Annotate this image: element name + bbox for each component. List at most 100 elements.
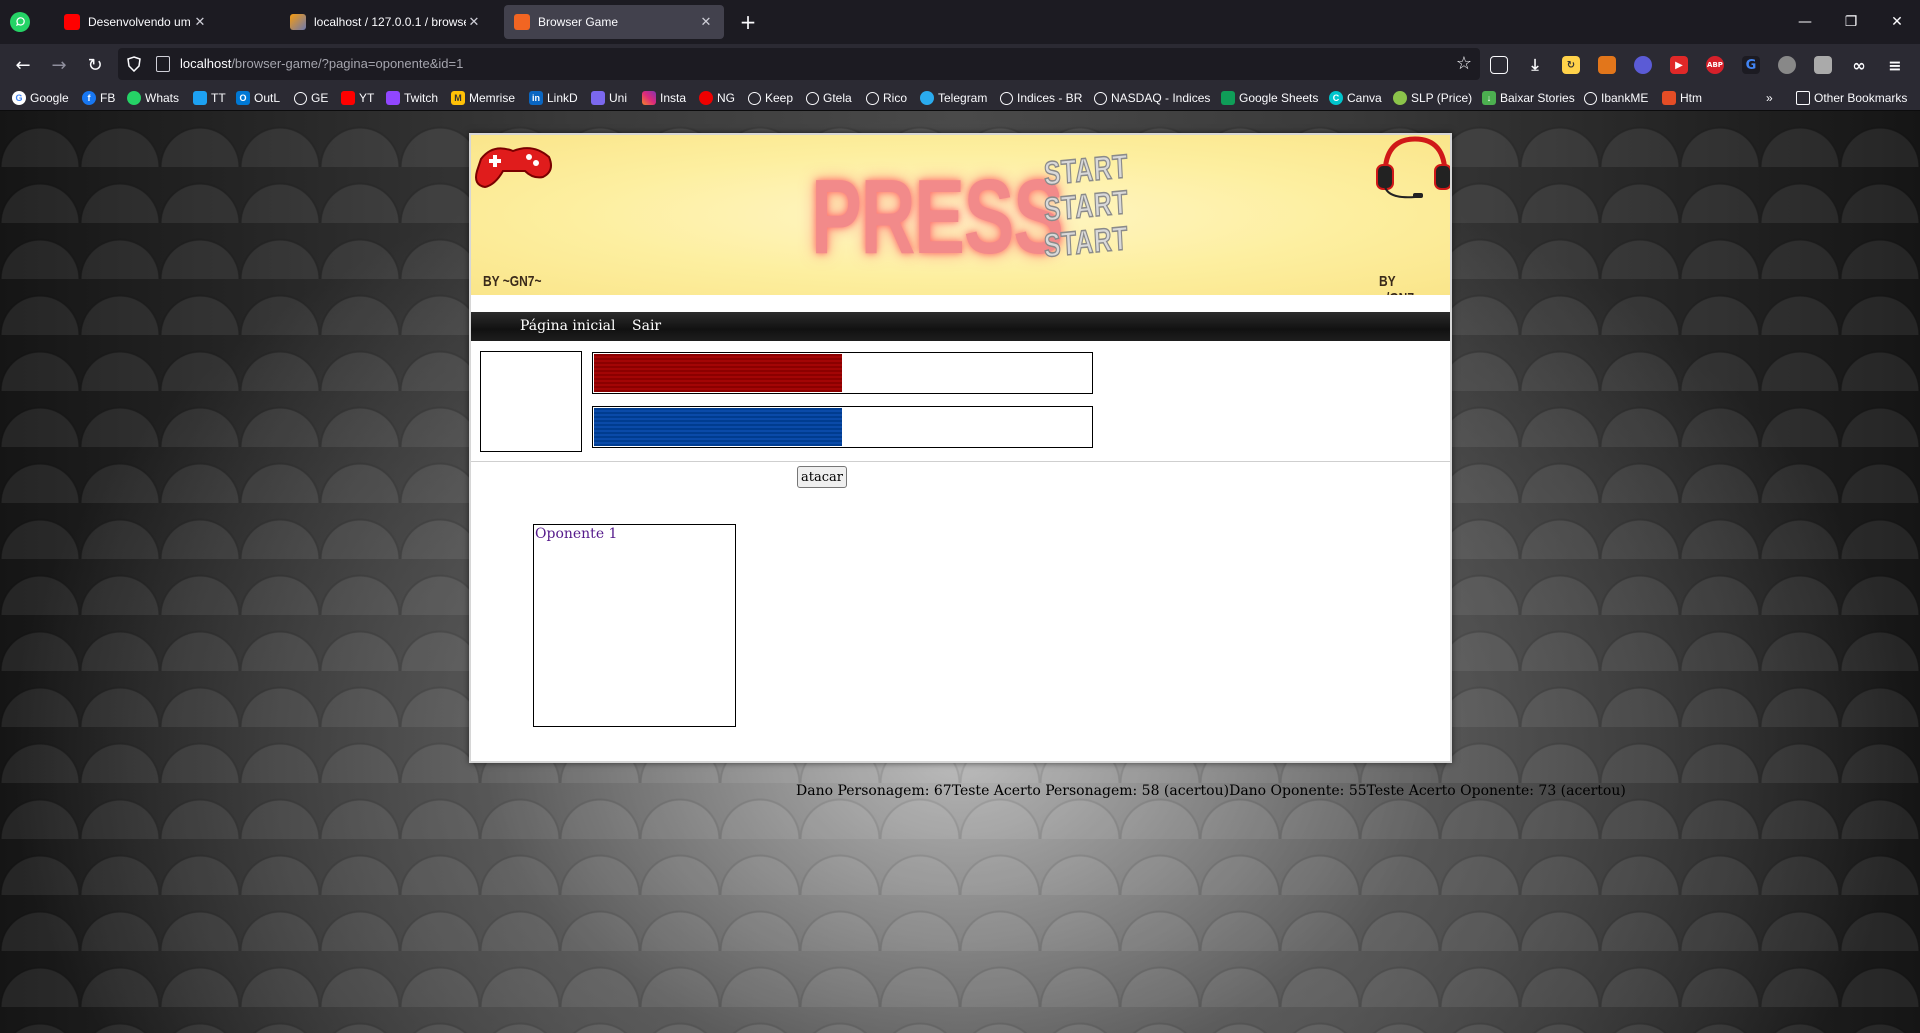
bookmark-outl[interactable]: O OutL — [236, 89, 280, 107]
bookmark-canva[interactable]: C Canva — [1329, 89, 1382, 107]
mana-bar-fill — [594, 408, 842, 446]
banner: PRESS START START START BY ~GN7~ BY ~/GN… — [471, 135, 1450, 295]
bookmark-keep[interactable]: Keep — [748, 89, 793, 107]
globe-icon — [1094, 91, 1107, 105]
opponent-name-link[interactable]: Oponente 1 — [535, 526, 617, 542]
reload-icon[interactable]: ↻ — [81, 51, 109, 79]
whatsapp-icon — [127, 91, 141, 105]
tab-bar: Desenvolvendo um browser ga ✕ localhost … — [0, 0, 1920, 44]
bookmark-rico[interactable]: Rico — [866, 89, 907, 107]
extension-gray-icon[interactable] — [1778, 56, 1796, 74]
bookmark-linkd[interactable]: in LinkD — [529, 89, 578, 107]
tab-phpmyadmin[interactable]: localhost / 127.0.0.1 / browser_g ✕ — [280, 5, 492, 39]
instagram-icon — [642, 91, 656, 105]
twitch-icon — [386, 91, 400, 105]
banner-start-3: START — [1042, 218, 1130, 264]
google-sheets-icon — [1221, 91, 1235, 105]
download-arrow-icon: ↓ — [1482, 91, 1496, 105]
headset-icon — [1376, 136, 1450, 199]
globe-icon — [294, 91, 307, 105]
bookmarks-toolbar: G Google f FB Whats TT O OutL GE YT Twitch … — [0, 85, 1920, 111]
bookmark-indices-br[interactable]: Indices - BR — [1000, 89, 1082, 107]
bookmark-ibankme[interactable]: IbankME — [1584, 89, 1648, 107]
globe-icon — [806, 91, 819, 105]
health-bar-fill — [594, 354, 842, 392]
downloads-icon[interactable]: ⤓ — [1526, 55, 1544, 74]
health-bar — [592, 352, 1093, 394]
bookmark-slp[interactable]: SLP (Price) — [1393, 89, 1472, 107]
adblock-plus-icon[interactable]: ABP — [1706, 56, 1724, 74]
opponent-card[interactable]: Oponente 1 — [533, 524, 736, 727]
menu-home-link[interactable]: Página inicial — [520, 318, 616, 334]
tab-browser-game[interactable]: Browser Game ✕ — [504, 5, 724, 39]
bookmark-nasdaq[interactable]: NASDAQ - Indices — [1094, 89, 1210, 107]
uni-icon — [591, 91, 605, 105]
player-avatar — [480, 351, 582, 452]
extension-car-icon[interactable] — [1814, 56, 1832, 74]
menu-logout-link[interactable]: Sair — [632, 318, 661, 334]
bookmark-other[interactable]: Other Bookmarks — [1796, 89, 1907, 107]
canva-icon: C — [1329, 91, 1343, 105]
google-translate-icon[interactable]: G — [1742, 56, 1760, 74]
phpmyadmin-icon — [290, 14, 306, 30]
gamepad-icon — [475, 147, 552, 189]
mana-bar — [592, 406, 1093, 448]
address-bar[interactable]: localhost/browser-game/?pagina=oponente&… — [118, 48, 1480, 80]
youtube-extension-icon[interactable]: ▶ — [1670, 56, 1688, 74]
memrise-icon: M — [451, 91, 465, 105]
forward-arrow-icon[interactable]: → — [45, 51, 73, 79]
linkedin-icon: in — [529, 91, 543, 105]
minimize-icon[interactable]: — — [1782, 8, 1828, 36]
bookmark-gtela[interactable]: Gtela — [806, 89, 852, 107]
extension-refresh-icon[interactable]: ↻ — [1562, 56, 1580, 74]
bookmark-ge[interactable]: GE — [294, 89, 328, 107]
close-tab-icon[interactable]: ✕ — [698, 14, 714, 30]
twitter-icon — [193, 91, 207, 105]
page-info-icon[interactable] — [156, 56, 170, 72]
bookmark-twitch[interactable]: Twitch — [386, 89, 438, 107]
bookmark-baixar-stories[interactable]: ↓ Baixar Stories — [1482, 89, 1575, 107]
address-url[interactable]: localhost/browser-game/?pagina=oponente&… — [180, 56, 463, 71]
facebook-icon: f — [82, 91, 96, 105]
shield-icon[interactable] — [126, 56, 142, 72]
tab-youtube[interactable]: Desenvolvendo um browser ga ✕ — [54, 5, 218, 39]
more-bookmarks-chevron-icon[interactable]: » — [1766, 89, 1773, 107]
bookmark-ng[interactable]: NG — [699, 89, 735, 107]
banner-byline-left: BY ~GN7~ — [483, 273, 542, 290]
bookmark-tt[interactable]: TT — [193, 89, 226, 107]
main-menu: Página inicial Sair — [471, 312, 1450, 341]
bookmark-star-icon[interactable]: ☆ — [1456, 53, 1472, 74]
attack-button[interactable]: atacar — [797, 466, 847, 488]
bookmark-whats[interactable]: Whats — [127, 89, 179, 107]
bookmark-memrise[interactable]: M Memrise — [451, 89, 515, 107]
new-tab-button[interactable]: + — [736, 10, 760, 34]
bookmark-uni[interactable]: Uni — [591, 89, 627, 107]
close-window-icon[interactable]: ✕ — [1874, 8, 1920, 36]
close-tab-icon[interactable]: ✕ — [466, 14, 482, 30]
banner-title: PRESS — [811, 158, 1064, 276]
page-viewport: PRESS START START START BY ~GN7~ BY ~/GN… — [0, 111, 1920, 1033]
back-arrow-icon[interactable]: ← — [9, 51, 37, 79]
banner-byline-right: BY ~/GN7~ — [1379, 273, 1421, 295]
close-tab-icon[interactable]: ✕ — [192, 14, 208, 30]
extension-purple-icon[interactable] — [1634, 56, 1652, 74]
bookmark-google-sheets[interactable]: Google Sheets — [1221, 89, 1318, 107]
metamask-icon[interactable] — [1598, 56, 1616, 74]
pocket-icon[interactable] — [1490, 56, 1508, 74]
infinity-icon[interactable]: ∞ — [1850, 56, 1868, 75]
restore-icon[interactable]: ❐ — [1828, 8, 1874, 36]
bookmark-htm[interactable]: Htm — [1662, 89, 1702, 107]
game-container: PRESS START START START BY ~GN7~ BY ~/GN… — [469, 133, 1452, 763]
menu-hamburger-icon[interactable]: ≡ — [1886, 56, 1904, 75]
folder-icon — [1796, 91, 1810, 105]
combat-log: Dano Personagem: 67Teste Acerto Personag… — [796, 783, 1626, 799]
telegram-icon — [920, 91, 934, 105]
bookmark-insta[interactable]: Insta — [642, 89, 686, 107]
whatsapp-pinned-tab-icon[interactable] — [10, 12, 30, 32]
google-icon: G — [12, 91, 26, 105]
bookmark-yt[interactable]: YT — [341, 89, 374, 107]
bookmark-telegram[interactable]: Telegram — [920, 89, 987, 107]
bookmark-fb[interactable]: f FB — [82, 89, 115, 107]
bookmark-google[interactable]: G Google — [12, 89, 69, 107]
slp-icon — [1393, 91, 1407, 105]
